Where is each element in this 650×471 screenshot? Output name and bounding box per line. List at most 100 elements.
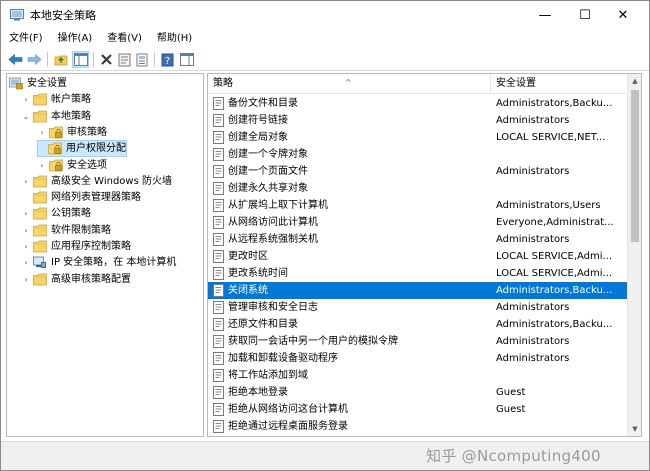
menu-view[interactable]: 查看(V) <box>107 30 142 48</box>
tree-item-label: 公钥策略 <box>51 208 91 220</box>
help-button[interactable]: ? <box>159 51 176 68</box>
policy-security-setting: Everyone,Administrat... <box>496 217 614 228</box>
show-hide-tree-button[interactable] <box>72 51 89 68</box>
folder-icon <box>49 159 67 172</box>
tree-item-label: 用户权限分配 <box>66 143 126 155</box>
toolbar-separator <box>47 52 48 67</box>
delete-button[interactable] <box>98 51 115 68</box>
console-tree[interactable]: 安全设置 › 帐户策略 ⌄ 本地策略 › 审核策略用户权限分配 › 安全选项 › 高级安全 Wind… <box>6 73 204 437</box>
tree-expander-icon[interactable]: › <box>21 91 31 108</box>
up-level-button[interactable] <box>53 51 70 68</box>
policy-name: 还原文件和目录 <box>228 319 298 330</box>
folder-icon <box>33 207 51 220</box>
policy-security-setting: Administrators <box>496 353 570 364</box>
table-row[interactable]: 拒绝通过远程桌面服务登录 <box>208 418 627 435</box>
table-row[interactable]: 还原文件和目录 Administrators,Backu... <box>208 316 627 333</box>
maximize-button[interactable]: ☐ <box>567 1 603 30</box>
policy-security-setting: LOCAL SERVICE,NET... <box>496 132 606 143</box>
tree-item[interactable]: › 帐户策略 <box>21 91 91 108</box>
watermark-text: 知乎 @Ncomputing400 <box>426 447 601 465</box>
scroll-down-button[interactable]: ▼ <box>628 422 641 436</box>
tree-expander-icon[interactable]: › <box>21 222 31 239</box>
table-row[interactable]: 创建一个令牌对象 <box>208 146 627 163</box>
folder-icon <box>49 126 67 139</box>
tree-item[interactable]: 用户权限分配 <box>37 140 127 158</box>
show-action-pane-button[interactable] <box>178 51 195 68</box>
table-row[interactable]: 拒绝本地登录 Guest <box>208 384 627 401</box>
menu-action[interactable]: 操作(A) <box>58 30 93 48</box>
tree-item[interactable]: ⌄ 本地策略 <box>21 108 91 125</box>
menu-file[interactable]: 文件(F) <box>9 30 43 48</box>
tree-item[interactable]: › IP 安全策略，在 本地计算机 <box>21 254 176 271</box>
table-row[interactable]: 获取同一会话中另一个用户的模拟令牌 Administrators <box>208 333 627 350</box>
table-row[interactable]: 从扩展坞上取下计算机 Administrators,Users <box>208 197 627 214</box>
tree-item[interactable]: › 审核策略 <box>37 124 107 141</box>
table-row[interactable]: 更改时区 LOCAL SERVICE,Admi... <box>208 248 627 265</box>
table-row[interactable]: 创建永久共享对象 <box>208 180 627 197</box>
table-row[interactable]: 从远程系统强制关机 Administrators <box>208 231 627 248</box>
minimize-button[interactable]: — <box>527 1 563 30</box>
list-vertical-scrollbar[interactable]: ▲ ▼ <box>627 74 641 436</box>
tree-item-label: 帐户策略 <box>51 94 91 106</box>
tree-expander-icon[interactable]: ⌄ <box>21 108 31 125</box>
tree-item[interactable]: › 高级审核策略配置 <box>21 271 131 288</box>
table-row[interactable]: 关闭系统 Administrators,Backu... <box>208 282 627 299</box>
table-row[interactable]: 拒绝从网络访问这台计算机 Guest <box>208 401 627 418</box>
tree-item[interactable]: › 应用程序控制策略 <box>21 238 131 255</box>
tree-item-label: 本地策略 <box>51 110 91 122</box>
tree-item[interactable]: › 软件限制策略 <box>21 222 111 239</box>
table-row[interactable]: 创建符号链接 Administrators <box>208 112 627 129</box>
table-row[interactable]: 拒绝以服务身份登录 <box>208 435 627 436</box>
close-button[interactable]: ✕ <box>605 1 641 30</box>
tree-expander-icon[interactable]: › <box>37 157 47 174</box>
policy-security-setting: Administrators <box>496 336 570 347</box>
local-security-policy-window: 本地安全策略 — ☐ ✕ 文件(F) 操作(A) 查看(V) 帮助(H) ? 安… <box>0 0 650 471</box>
table-row[interactable]: 更改系统时间 LOCAL SERVICE,Admi... <box>208 265 627 282</box>
forward-arrow-icon <box>27 53 42 66</box>
tree-item-label: 安全选项 <box>67 159 107 171</box>
tree-expander-placeholder <box>21 189 31 206</box>
tree-expander-icon[interactable]: › <box>21 173 31 190</box>
tree-expander-icon[interactable]: › <box>21 254 31 271</box>
table-row[interactable]: 创建全局对象 LOCAL SERVICE,NET... <box>208 129 627 146</box>
table-row[interactable]: 将工作站添加到域 <box>208 367 627 384</box>
folder-icon <box>48 142 66 155</box>
export-list-button[interactable] <box>134 51 151 68</box>
tree-item-label: 高级审核策略配置 <box>51 273 131 285</box>
tree-item-label: 安全设置 <box>27 78 67 89</box>
title-bar[interactable]: 本地安全策略 — ☐ ✕ <box>1 1 649 30</box>
tree-expander-icon[interactable]: › <box>21 271 31 288</box>
tree-item[interactable]: › 安全选项 <box>37 157 107 174</box>
back-button[interactable] <box>7 51 24 68</box>
properties-icon <box>118 53 131 66</box>
column-header-policy[interactable]: 策略 ^ <box>208 74 491 94</box>
scroll-up-button[interactable]: ▲ <box>628 74 641 88</box>
tree-item[interactable]: 安全设置 <box>9 75 67 92</box>
tree-expander-icon[interactable]: › <box>21 205 31 222</box>
column-header-setting-label: 安全设置 <box>496 78 536 89</box>
folder-icon <box>33 224 51 237</box>
security-settings-icon <box>9 77 27 90</box>
policy-name: 从扩展坞上取下计算机 <box>228 200 328 211</box>
scroll-thumb[interactable] <box>631 90 639 242</box>
table-row[interactable]: 创建一个页面文件 Administrators <box>208 163 627 180</box>
tree-expander-icon[interactable]: › <box>21 238 31 255</box>
tree-item[interactable]: 网络列表管理器策略 <box>21 189 141 206</box>
column-header-security-setting[interactable]: 安全设置 <box>491 74 627 94</box>
table-row[interactable]: 备份文件和目录 Administrators,Backu... <box>208 95 627 112</box>
table-row[interactable]: 管理审核和安全日志 Administrators <box>208 299 627 316</box>
tree-item-label: 审核策略 <box>67 126 107 138</box>
tree-expander-icon[interactable]: › <box>37 124 47 141</box>
tree-item[interactable]: › 公钥策略 <box>21 205 91 222</box>
policy-list[interactable]: 策略 ^ 安全设置 备份文件和目录 Administrators,Backu...… <box>207 73 642 437</box>
policy-name: 拒绝通过远程桌面服务登录 <box>228 421 348 432</box>
properties-button[interactable] <box>116 51 133 68</box>
tree-item[interactable]: › 高级安全 Windows 防火墙 <box>21 173 172 190</box>
maximize-icon: ☐ <box>579 8 591 23</box>
table-row[interactable]: 从网络访问此计算机 Everyone,Administrat... <box>208 214 627 231</box>
forward-button[interactable] <box>26 51 43 68</box>
column-header-policy-label: 策略 <box>213 78 233 89</box>
table-row[interactable]: 加载和卸载设备驱动程序 Administrators <box>208 350 627 367</box>
menu-help[interactable]: 帮助(H) <box>157 30 192 48</box>
tree-item-label: 应用程序控制策略 <box>51 241 131 252</box>
